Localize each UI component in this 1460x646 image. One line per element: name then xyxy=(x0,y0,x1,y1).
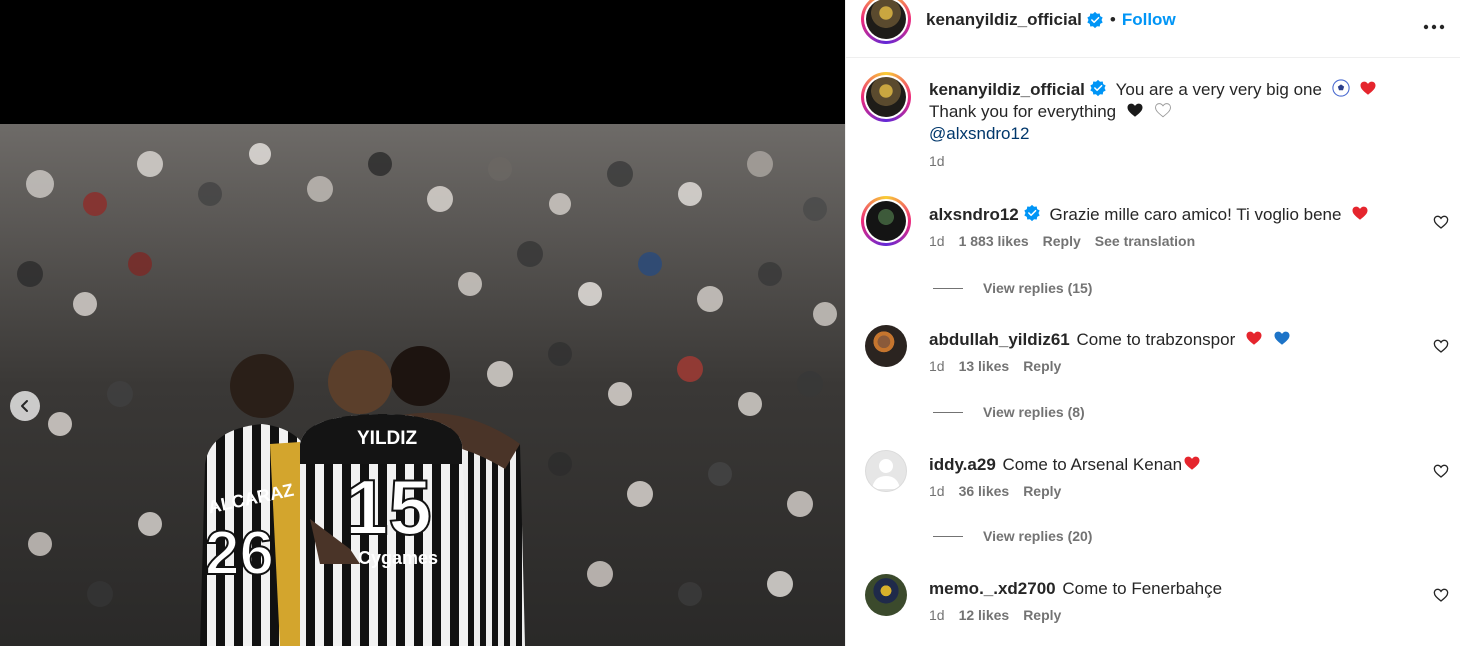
view-replies-button[interactable]: View replies (15) xyxy=(933,280,1092,296)
caption-line-1: You are a very very big one xyxy=(1115,80,1322,99)
see-translation-button[interactable]: See translation xyxy=(1095,233,1195,249)
view-replies-line xyxy=(933,535,963,537)
black-heart-icon xyxy=(1127,103,1143,117)
post-photo: 26 ALCARAZ YILDIZ 15 Cygames xyxy=(0,124,845,646)
view-replies-line xyxy=(933,287,963,289)
reply-button[interactable]: Reply xyxy=(1023,358,1061,374)
post-side-panel: kenanyildiz_official • Follow kenanyildi… xyxy=(845,0,1460,646)
author-avatar[interactable] xyxy=(861,0,911,44)
view-replies-button[interactable]: View replies (20) xyxy=(933,528,1092,544)
view-replies-button[interactable]: View replies (8) xyxy=(933,404,1085,420)
follow-button[interactable]: Follow xyxy=(1122,10,1176,30)
view-replies-line xyxy=(933,411,963,413)
reply-button[interactable]: Reply xyxy=(1023,483,1061,499)
heart-outline-icon xyxy=(1433,588,1449,602)
white-heart-icon xyxy=(1154,103,1171,118)
comment-likes[interactable]: 12 likes xyxy=(959,607,1010,623)
more-horizontal-icon xyxy=(1423,24,1445,30)
like-comment-button[interactable] xyxy=(1433,338,1449,354)
reply-button[interactable]: Reply xyxy=(1043,233,1081,249)
view-replies-label: View replies (20) xyxy=(983,528,1093,544)
view-replies-label: View replies (8) xyxy=(983,404,1085,420)
comment-time: 1d xyxy=(929,233,945,249)
like-comment-button[interactable] xyxy=(1433,463,1449,479)
comment-time: 1d xyxy=(929,607,945,623)
view-replies-label: View replies (15) xyxy=(983,280,1093,296)
comment-item: iddy.a29 Come to Arsenal Kenan 1d 36 lik… xyxy=(846,450,1460,510)
post-caption: kenanyildiz_official You are a very very… xyxy=(846,72,1460,182)
jersey-name: YILDIZ xyxy=(357,428,418,449)
verified-badge-icon xyxy=(1087,11,1103,29)
like-comment-button[interactable] xyxy=(1433,587,1449,603)
commenter-username[interactable]: alxsndro12 xyxy=(929,205,1019,224)
left-player-number: 26 xyxy=(205,519,274,588)
commenter-username[interactable]: memo._.xd2700 xyxy=(929,579,1056,598)
jersey-number: 15 xyxy=(345,463,432,551)
commenter-username[interactable]: abdullah_yildiz61 xyxy=(929,330,1070,349)
commenter-username[interactable]: iddy.a29 xyxy=(929,455,996,474)
soccer-ball-icon xyxy=(1332,79,1350,97)
red-heart-icon xyxy=(1184,456,1200,470)
comment-likes[interactable]: 1 883 likes xyxy=(959,233,1029,249)
heart-outline-icon xyxy=(1433,464,1449,478)
author-username[interactable]: kenanyildiz_official xyxy=(926,10,1082,30)
commenter-avatar[interactable] xyxy=(865,450,907,492)
caption-line-2: Thank you for everything xyxy=(929,102,1117,121)
caption-avatar[interactable] xyxy=(861,72,911,122)
comment-likes[interactable]: 36 likes xyxy=(959,483,1010,499)
post-header: kenanyildiz_official • Follow xyxy=(846,0,1460,58)
caption-username[interactable]: kenanyildiz_official xyxy=(929,80,1085,99)
heart-outline-icon xyxy=(1433,215,1449,229)
red-heart-icon xyxy=(1360,81,1376,95)
chevron-left-icon xyxy=(21,400,28,412)
header-separator: • xyxy=(1109,10,1116,29)
comment-text: Come to Arsenal Kenan xyxy=(1002,455,1183,474)
comment-time: 1d xyxy=(929,358,945,374)
sponsor-text: Cygames xyxy=(358,548,438,568)
blue-heart-icon xyxy=(1274,331,1290,345)
caption-mention-link[interactable]: @alxsndro12 xyxy=(929,124,1029,143)
comment-text: Come to trabzonspor xyxy=(1076,330,1236,349)
red-heart-icon xyxy=(1246,331,1262,345)
comment-likes[interactable]: 13 likes xyxy=(959,358,1010,374)
previous-photo-button[interactable] xyxy=(10,391,40,421)
comment-item: alxsndro12 Grazie mille caro amico! Ti v… xyxy=(846,196,1460,256)
commenter-avatar[interactable] xyxy=(865,325,907,367)
red-heart-icon xyxy=(1352,206,1368,220)
default-user-icon xyxy=(872,459,900,489)
heart-outline-icon xyxy=(1433,339,1449,353)
comment-item: memo._.xd2700 Come to Fenerbahçe 1d 12 l… xyxy=(846,574,1460,634)
post-media: 26 ALCARAZ YILDIZ 15 Cygames xyxy=(0,0,845,646)
caption-time: 1d xyxy=(929,153,945,169)
like-comment-button[interactable] xyxy=(1433,214,1449,230)
comment-item: abdullah_yildiz61 Come to trabzonspor 1d… xyxy=(846,325,1460,385)
reply-button[interactable]: Reply xyxy=(1023,607,1061,623)
verified-badge-icon xyxy=(1090,79,1106,97)
comment-time: 1d xyxy=(929,483,945,499)
comment-text: Come to Fenerbahçe xyxy=(1062,579,1223,598)
verified-badge-icon xyxy=(1024,204,1040,222)
commenter-avatar[interactable] xyxy=(861,196,911,246)
commenter-avatar[interactable] xyxy=(865,574,907,616)
more-options-button[interactable] xyxy=(1423,17,1445,35)
comment-text: Grazie mille caro amico! Ti voglio bene xyxy=(1049,205,1342,224)
